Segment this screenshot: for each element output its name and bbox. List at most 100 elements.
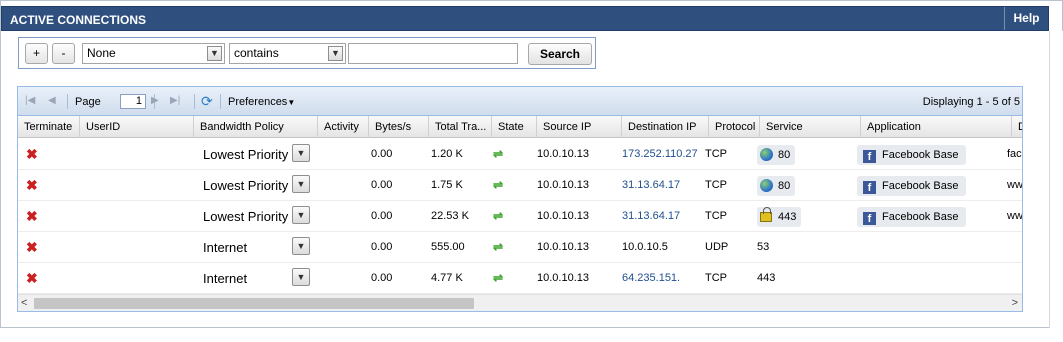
extra-cell: ww (1007, 179, 1023, 191)
scrollbar-thumb[interactable] (34, 298, 474, 309)
chevron-down-icon[interactable]: ▼ (292, 237, 310, 255)
protocol-cell: TCP (705, 179, 727, 191)
source-ip-cell: 10.0.10.13 (537, 210, 589, 222)
bytes-cell: 0.00 (371, 148, 393, 160)
table-row[interactable]: ✖ Lowest Priority ▼ 0.00 22.53 K ⇌ 10.0.… (18, 201, 1022, 232)
bandwidth-policy-value[interactable]: Internet (200, 268, 247, 290)
active-connections-panel: ACTIVE CONNECTIONS Help + - None ▼ conta… (0, 0, 1063, 328)
filter-text-input[interactable] (348, 43, 518, 64)
source-ip-cell: 10.0.10.13 (537, 272, 589, 284)
first-page-icon[interactable]: |◀ (25, 95, 35, 106)
next-page-icon[interactable]: ▶ (151, 95, 159, 106)
application-name: Facebook Base (882, 180, 959, 192)
table-row[interactable]: ✖ Lowest Priority ▼ 0.00 1.20 K ⇌ 10.0.1… (18, 139, 1022, 170)
scroll-left-icon[interactable]: < (21, 297, 27, 309)
state-icon: ⇌ (493, 209, 504, 223)
horizontal-scrollbar[interactable]: < > (18, 294, 1022, 311)
bytes-cell: 0.00 (371, 210, 393, 222)
bandwidth-policy-value[interactable]: Lowest Priority (200, 144, 288, 166)
protocol-cell: TCP (705, 210, 727, 222)
column-header-state[interactable]: State (492, 116, 537, 138)
column-header-d[interactable]: D (1012, 116, 1022, 138)
chevron-down-icon[interactable]: ▼ (292, 206, 310, 224)
help-button[interactable]: Help (1004, 7, 1048, 30)
application-badge: f Facebook Base (857, 145, 967, 165)
service-badge: 443 (757, 207, 802, 227)
application-badge: f Facebook Base (857, 207, 967, 227)
facebook-icon: f (863, 150, 876, 163)
source-ip-cell: 10.0.10.13 (537, 148, 589, 160)
column-header-service[interactable]: Service (760, 116, 861, 138)
facebook-icon: f (863, 212, 876, 225)
column-header-protocol[interactable]: Protocol (709, 116, 760, 138)
filter-field-select[interactable]: None ▼ (82, 43, 225, 64)
chevron-down-icon[interactable]: ▼ (292, 144, 310, 162)
filter-field-value: None (87, 46, 116, 60)
terminate-icon[interactable]: ✖ (26, 170, 38, 201)
toolbar-separator (220, 94, 221, 109)
chevron-down-icon: ▼ (287, 98, 296, 107)
service-badge: 80 (757, 145, 796, 165)
column-header-terminate[interactable]: Terminate (18, 116, 80, 138)
table-row[interactable]: ✖ Lowest Priority ▼ 0.00 1.75 K ⇌ 10.0.1… (18, 170, 1022, 201)
panel-title: ACTIVE CONNECTIONS (10, 13, 147, 27)
bytes-cell: 0.00 (371, 179, 393, 191)
total-traffic-cell: 4.77 K (431, 272, 463, 284)
filter-operator-value: contains (234, 46, 279, 60)
extra-cell: ww (1007, 210, 1023, 222)
destination-ip-link[interactable]: 173.252.110.27 (622, 139, 698, 170)
chevron-down-icon[interactable]: ▼ (292, 268, 310, 286)
column-header-destination-ip[interactable]: Destination IP (622, 116, 709, 138)
column-header-userid[interactable]: UserID (80, 116, 194, 138)
column-header-activity[interactable]: Activity (318, 116, 369, 138)
destination-ip-link[interactable]: 31.13.64.17 (622, 201, 680, 232)
page-number-input[interactable]: 1 (120, 94, 146, 109)
connections-grid: |◀ ◀ Page 1 ▶ ▶| ⟳ Preferences▼ Displayi… (17, 86, 1023, 312)
column-header-total-traffic[interactable]: Total Tra... (429, 116, 492, 138)
scroll-right-icon[interactable]: > (1012, 297, 1018, 309)
globe-icon (760, 148, 773, 161)
column-header-source-ip[interactable]: Source IP (537, 116, 622, 138)
application-name: Facebook Base (882, 149, 959, 161)
column-header-bytes[interactable]: Bytes/s (369, 116, 429, 138)
add-filter-button[interactable]: + (25, 43, 48, 64)
filter-operator-select[interactable]: contains ▼ (229, 43, 346, 64)
destination-ip-cell: 10.0.10.5 (622, 241, 668, 253)
table-row[interactable]: ✖ Internet ▼ 0.00 4.77 K ⇌ 10.0.10.13 64… (18, 263, 1022, 294)
column-header-bandwidth-policy[interactable]: Bandwidth Policy (194, 116, 318, 138)
paging-toolbar: |◀ ◀ Page 1 ▶ ▶| ⟳ Preferences▼ Displayi… (18, 87, 1022, 116)
bandwidth-policy-value[interactable]: Lowest Priority (200, 175, 288, 197)
bytes-cell: 0.00 (371, 241, 393, 253)
protocol-cell: UDP (705, 241, 729, 253)
refresh-icon[interactable]: ⟳ (201, 93, 213, 110)
table-row[interactable]: ✖ Internet ▼ 0.00 555.00 ⇌ 10.0.10.13 10… (18, 232, 1022, 263)
bandwidth-policy-value[interactable]: Internet (200, 237, 247, 259)
terminate-icon[interactable]: ✖ (26, 201, 38, 232)
service-port: 53 (757, 241, 770, 253)
service-port: 80 (778, 149, 791, 161)
bandwidth-policy-value[interactable]: Lowest Priority (200, 206, 288, 228)
filter-bar: + - None ▼ contains ▼ Search (18, 37, 596, 69)
last-page-icon[interactable]: ▶| (170, 95, 180, 106)
state-icon: ⇌ (493, 271, 504, 285)
chevron-down-icon[interactable]: ▼ (292, 175, 310, 193)
remove-filter-button[interactable]: - (52, 43, 75, 64)
panel-titlebar: ACTIVE CONNECTIONS Help (1, 6, 1049, 31)
application-name: Facebook Base (882, 211, 959, 223)
globe-icon (760, 179, 773, 192)
preferences-menu[interactable]: Preferences▼ (228, 96, 295, 108)
search-button[interactable]: Search (528, 43, 592, 65)
display-count: Displaying 1 - 5 of 5 (922, 96, 1020, 108)
bytes-cell: 0.00 (371, 272, 393, 284)
column-header-application[interactable]: Application (861, 116, 1012, 138)
extra-cell: fac (1007, 148, 1022, 160)
terminate-icon[interactable]: ✖ (26, 139, 38, 170)
vertical-scrollbar[interactable] (1049, 31, 1063, 328)
terminate-icon[interactable]: ✖ (26, 232, 38, 263)
destination-ip-link[interactable]: 31.13.64.17 (622, 170, 680, 201)
prev-page-icon[interactable]: ◀ (48, 95, 56, 106)
terminate-icon[interactable]: ✖ (26, 263, 38, 294)
total-traffic-cell: 1.75 K (431, 179, 463, 191)
destination-ip-link[interactable]: 64.235.151. (622, 263, 680, 294)
page-label: Page (75, 96, 101, 108)
